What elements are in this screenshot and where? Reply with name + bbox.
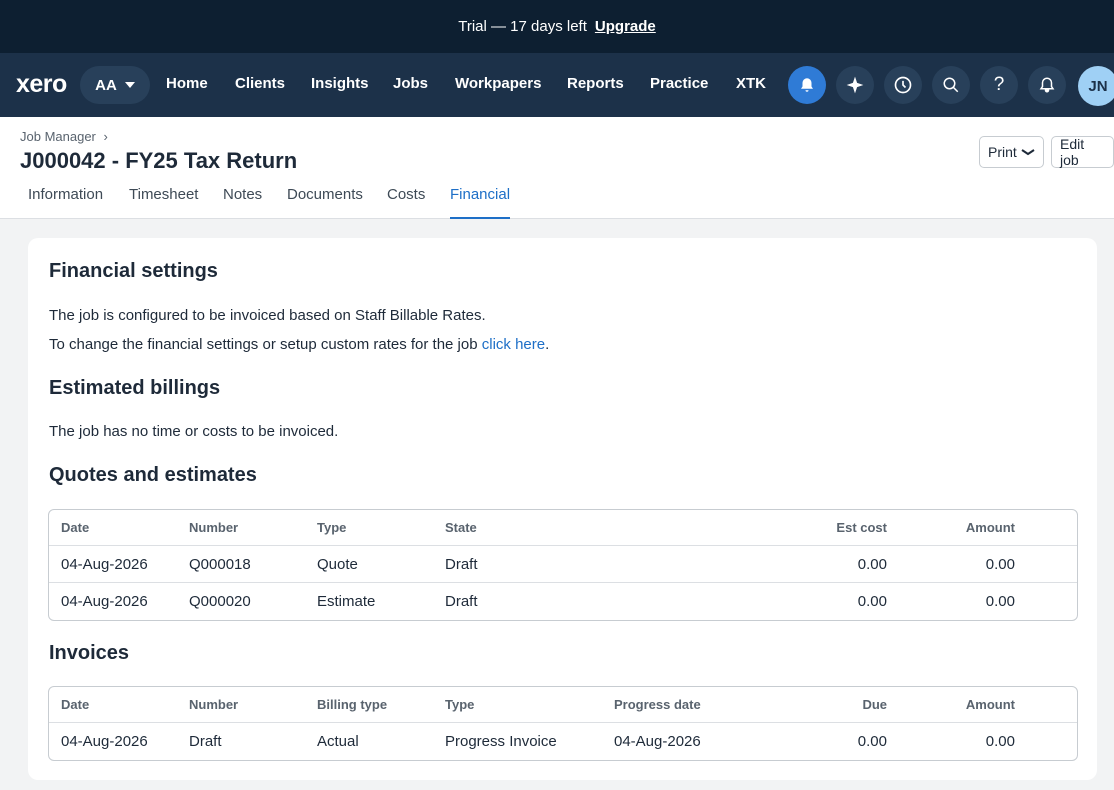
- cell-state: Draft: [445, 555, 478, 573]
- notification-icon[interactable]: [1028, 66, 1066, 104]
- tab-documents[interactable]: Documents: [287, 186, 363, 219]
- col-amount: Amount: [965, 697, 1015, 712]
- table-row: 04-Aug-2026 Draft Actual Progress Invoic…: [49, 723, 1077, 760]
- cell-type: Progress Invoice: [445, 733, 557, 750]
- invoices-table-header: Date Number Billing type Type Progress d…: [49, 687, 1077, 723]
- org-label: AA: [95, 76, 117, 94]
- xero-logo[interactable]: xero: [16, 70, 67, 99]
- cell-amount: 0.00: [985, 593, 1015, 610]
- bell-icon[interactable]: [788, 66, 826, 104]
- cell-type: Quote: [317, 555, 358, 573]
- tab-financial[interactable]: Financial: [450, 186, 511, 219]
- user-avatar[interactable]: JN: [1078, 66, 1114, 106]
- nav-workpapers[interactable]: Workpapers: [455, 75, 541, 92]
- tab-notes[interactable]: Notes: [223, 186, 262, 219]
- col-state: State: [445, 520, 477, 535]
- cell-type: Estimate: [317, 593, 376, 610]
- nav-practice[interactable]: Practice: [650, 75, 708, 92]
- print-label: Print: [988, 144, 1017, 160]
- col-date: Date: [61, 697, 90, 712]
- quotes-heading: Quotes and estimates: [49, 464, 257, 486]
- tab-information[interactable]: Information: [28, 186, 103, 219]
- cell-amount: 0.00: [985, 733, 1015, 750]
- cell-amount: 0.00: [985, 555, 1015, 573]
- cell-est-cost: 0.00: [857, 555, 887, 573]
- financial-settings-change-text: To change the financial settings or setu…: [49, 336, 549, 353]
- trial-banner: Trial — 17 days left Upgrade: [0, 0, 1114, 53]
- search-icon[interactable]: [932, 66, 970, 104]
- breadcrumb-job-manager[interactable]: Job Manager: [20, 129, 96, 144]
- tab-costs[interactable]: Costs: [387, 186, 425, 219]
- quotes-table: Date Number Type State Est cost Amount 0…: [48, 509, 1078, 621]
- col-billing-type: Billing type: [317, 697, 388, 712]
- cell-progress-date: 04-Aug-2026: [614, 733, 701, 750]
- nav-reports[interactable]: Reports: [567, 75, 624, 92]
- col-type: Type: [317, 520, 347, 535]
- col-progress-date: Progress date: [614, 697, 701, 712]
- cell-est-cost: 0.00: [857, 593, 887, 610]
- col-type: Type: [445, 697, 475, 712]
- nav-home[interactable]: Home: [166, 75, 208, 92]
- invoices-heading: Invoices: [49, 642, 130, 664]
- sparkle-icon[interactable]: [836, 66, 874, 104]
- edit-job-label: Edit job: [1060, 136, 1085, 168]
- col-number: Number: [189, 697, 239, 712]
- table-row: 04-Aug-2026 Q000020 Estimate Draft 0.00 …: [49, 583, 1077, 620]
- cell-date: 04-Aug-2026: [61, 593, 148, 610]
- upgrade-link[interactable]: Upgrade: [595, 18, 656, 35]
- financial-card: Financial settings The job is configured…: [28, 238, 1097, 780]
- cell-date: 04-Aug-2026: [61, 733, 148, 750]
- estimated-billings-heading: Estimated billings: [49, 377, 221, 399]
- cell-billing-type: Actual: [317, 733, 359, 750]
- invoice-number-link[interactable]: Draft: [189, 723, 222, 760]
- col-due: Due: [862, 697, 887, 712]
- edit-job-button[interactable]: Edit job: [1051, 136, 1114, 168]
- help-icon[interactable]: ?: [980, 66, 1018, 104]
- print-button[interactable]: Print: [979, 136, 1044, 168]
- top-navigation: xero AA Home Clients Insights Jobs Workp…: [0, 53, 1114, 117]
- estimated-billings-text: The job has no time or costs to be invoi…: [49, 423, 339, 440]
- question-glyph: ?: [993, 74, 1005, 95]
- col-number: Number: [189, 520, 239, 535]
- breadcrumb-separator: ›: [103, 129, 108, 144]
- change-settings-text: To change the financial settings or setu…: [49, 336, 478, 353]
- chevron-down-icon: [1021, 149, 1035, 156]
- col-date: Date: [61, 520, 90, 535]
- col-est-cost: Est cost: [836, 520, 887, 535]
- nav-xtk[interactable]: XTK: [736, 75, 766, 92]
- cell-state: Draft: [445, 593, 478, 610]
- tab-timesheet[interactable]: Timesheet: [129, 186, 198, 219]
- nav-clients[interactable]: Clients: [235, 75, 285, 92]
- page-title: J000042 - FY25 Tax Return: [20, 148, 298, 173]
- financial-settings-heading: Financial settings: [49, 260, 218, 282]
- invoices-table: Date Number Billing type Type Progress d…: [48, 686, 1078, 761]
- nav-insights[interactable]: Insights: [311, 75, 369, 92]
- financial-settings-text: The job is configured to be invoiced bas…: [49, 307, 486, 324]
- cell-date: 04-Aug-2026: [61, 555, 148, 573]
- caret-down-icon: [124, 82, 135, 88]
- breadcrumb: Job Manager ›: [20, 129, 108, 144]
- nav-jobs[interactable]: Jobs: [393, 75, 428, 92]
- page-header: Job Manager › J000042 - FY25 Tax Return …: [0, 117, 1114, 219]
- quotes-table-header: Date Number Type State Est cost Amount: [49, 510, 1077, 546]
- col-amount: Amount: [965, 520, 1015, 535]
- change-settings-period: .: [545, 336, 550, 353]
- clock-icon[interactable]: [884, 66, 922, 104]
- quote-number-link[interactable]: Q000020: [189, 583, 251, 620]
- table-row: 04-Aug-2026 Q000018 Quote Draft 0.00 0.0…: [49, 546, 1077, 583]
- trial-text: Trial — 17 days left: [458, 18, 587, 35]
- quote-number-link[interactable]: Q000018: [189, 546, 251, 582]
- org-switcher[interactable]: AA: [80, 66, 150, 104]
- click-here-link[interactable]: click here: [482, 336, 545, 353]
- cell-due: 0.00: [857, 733, 887, 750]
